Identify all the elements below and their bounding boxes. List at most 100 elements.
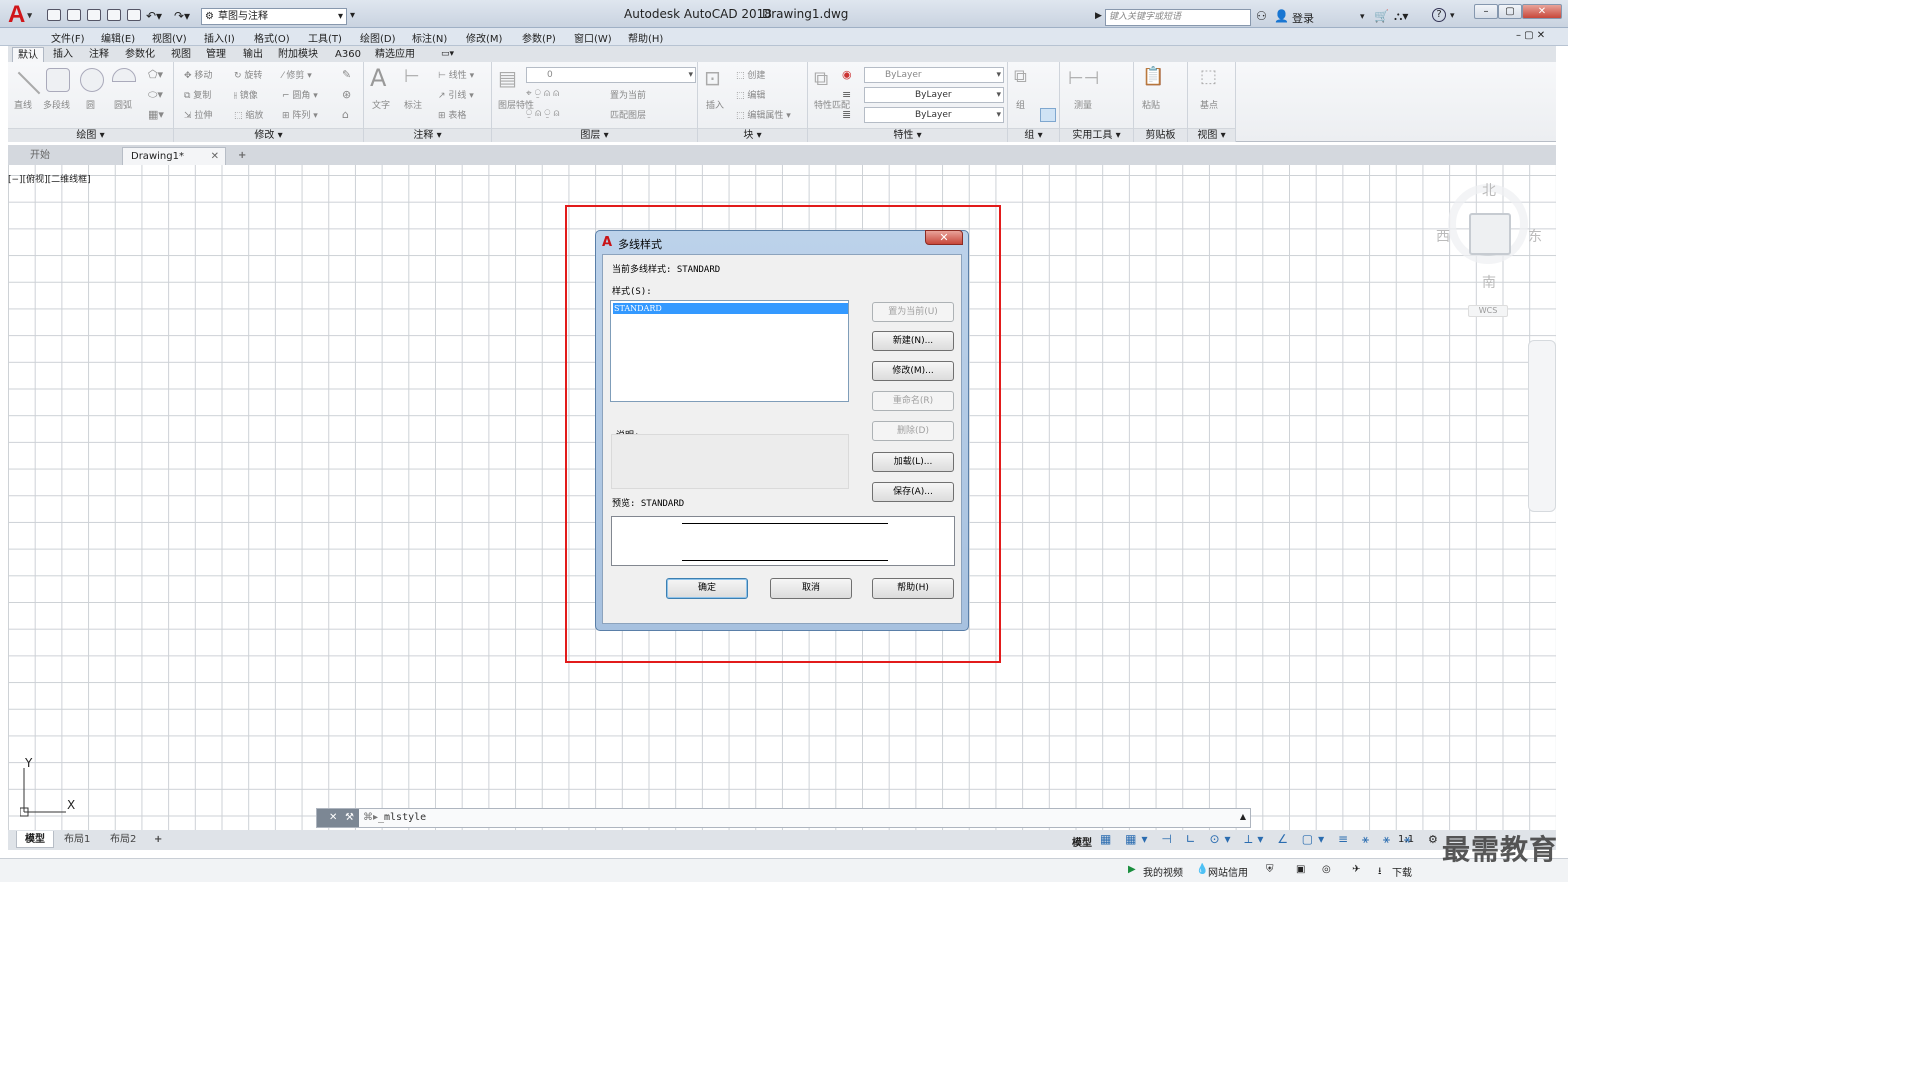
base-point-icon[interactable]: ⬚ bbox=[1200, 66, 1217, 87]
close-window-button[interactable]: ✕ bbox=[1522, 4, 1562, 19]
group-layers-label[interactable]: 图层 ▾ bbox=[492, 128, 697, 142]
menu-help[interactable]: 帮助(H) bbox=[628, 30, 663, 45]
tab-view[interactable]: 视图 bbox=[166, 47, 196, 62]
minimize-button[interactable]: – bbox=[1474, 4, 1498, 19]
new-tab-button[interactable]: + bbox=[230, 147, 254, 165]
tool-base-point[interactable]: 基点 bbox=[1200, 98, 1218, 111]
rename-style-button[interactable]: 重命名(R) bbox=[872, 391, 954, 411]
tab-output[interactable]: 输出 bbox=[238, 47, 268, 62]
add-layout-button[interactable]: + bbox=[146, 831, 170, 848]
load-style-button[interactable]: 加载(L)... bbox=[872, 452, 954, 472]
tool-stretch[interactable]: ⇲ 拉伸 bbox=[184, 108, 212, 121]
tool-table[interactable]: ⊞ 表格 bbox=[438, 108, 466, 121]
tool-insert[interactable]: 插入 bbox=[706, 98, 724, 111]
group-properties-label[interactable]: 特性 ▾ bbox=[808, 128, 1007, 142]
measure-icon[interactable]: ⊢⊣ bbox=[1068, 68, 1099, 89]
shield-icon[interactable]: ⛨ bbox=[1266, 864, 1274, 875]
layout-tab-2[interactable]: 布局2 bbox=[102, 831, 144, 848]
help-button[interactable]: 帮助(H) bbox=[872, 578, 954, 599]
quick-access-customize-icon[interactable]: ▾ bbox=[350, 10, 355, 21]
file-tab-drawing1[interactable]: Drawing1* ✕ bbox=[122, 147, 226, 165]
tool-rotate[interactable]: ↻ 旋转 bbox=[234, 68, 262, 81]
close-command-icon[interactable]: ✕ bbox=[329, 812, 337, 823]
save-style-button[interactable]: 保存(A)... bbox=[872, 482, 954, 502]
line-icon[interactable] bbox=[17, 71, 41, 95]
tool-copy[interactable]: ⧉ 复制 bbox=[184, 88, 211, 101]
taskbar-my-videos[interactable]: 我的视频 bbox=[1143, 864, 1183, 879]
cart-icon[interactable]: 🛒 bbox=[1374, 9, 1389, 23]
group-utilities-label[interactable]: 实用工具 ▾ bbox=[1060, 128, 1133, 142]
tool-fillet[interactable]: ⌐ 圆角 ▾ bbox=[282, 88, 318, 101]
tool-array[interactable]: ⊞ 阵列 ▾ bbox=[282, 108, 318, 121]
insert-block-icon[interactable]: ⊡ bbox=[704, 66, 721, 90]
text-icon[interactable]: A bbox=[370, 64, 386, 92]
redo-icon[interactable]: ↷▾ bbox=[174, 9, 190, 23]
viewcube-south[interactable]: 南 bbox=[1482, 272, 1496, 292]
tab-a360[interactable]: A360 bbox=[330, 47, 366, 62]
menu-window[interactable]: 窗口(W) bbox=[574, 30, 612, 45]
model-space-button[interactable]: 模型 bbox=[1072, 834, 1092, 849]
pin-icon[interactable]: ✈ bbox=[1352, 864, 1360, 875]
group-select-icon[interactable] bbox=[1040, 108, 1056, 122]
drafting-tools-icons[interactable]: ▦ ▦▾ ⊣ ∟ ⊙▾ ⟂▾ ∠ ▢▾ ≡ ⚹ ⚹ ⚹ bbox=[1100, 832, 1416, 847]
arc-icon[interactable] bbox=[112, 68, 136, 82]
tool-dimension[interactable]: 标注 bbox=[404, 98, 422, 111]
menu-edit[interactable]: 编辑(E) bbox=[101, 30, 135, 45]
paste-icon[interactable]: 📋 bbox=[1142, 66, 1164, 87]
tab-featured-apps[interactable]: 精选应用 bbox=[370, 47, 420, 62]
ok-button[interactable]: 确定 bbox=[666, 578, 748, 599]
tool-measure[interactable]: 测量 bbox=[1074, 98, 1092, 111]
tool-edit[interactable]: ⬚ 编辑 bbox=[736, 88, 765, 101]
dimension-icon[interactable]: ⊢ bbox=[404, 66, 420, 87]
login-button[interactable]: 登录 bbox=[1292, 10, 1314, 26]
menu-format[interactable]: 格式(O) bbox=[254, 30, 290, 45]
group-clipboard-label[interactable]: 剪贴板 bbox=[1134, 128, 1187, 142]
explode-icon[interactable]: ⊛ bbox=[342, 88, 351, 101]
menu-tools[interactable]: 工具(T) bbox=[308, 30, 342, 45]
a360-icon[interactable]: ⛬▾ bbox=[1394, 9, 1408, 24]
menu-file[interactable]: 文件(F) bbox=[51, 30, 85, 45]
group-view-label[interactable]: 视图 ▾ bbox=[1188, 128, 1235, 142]
file-tab-start[interactable]: 开始 bbox=[22, 147, 122, 165]
print-icon[interactable] bbox=[127, 9, 141, 21]
tool-match-layer[interactable]: 匹配图层 bbox=[610, 108, 646, 121]
group-modify-label[interactable]: 修改 ▾ bbox=[174, 128, 363, 142]
match-properties-icon[interactable]: ⧉ bbox=[814, 66, 828, 90]
search-input[interactable]: 键入关键字或短语 bbox=[1105, 9, 1251, 26]
group-groups-label[interactable]: 组 ▾ bbox=[1008, 128, 1059, 142]
tool-arc[interactable]: 圆弧 bbox=[114, 98, 132, 111]
new-style-button[interactable]: 新建(N)... bbox=[872, 331, 954, 351]
polyline-icon[interactable] bbox=[46, 68, 70, 92]
open-file-icon[interactable] bbox=[67, 9, 81, 21]
erase-icon[interactable]: ✎ bbox=[342, 68, 351, 81]
group-annotation-label[interactable]: 注释 ▾ bbox=[364, 128, 491, 142]
wcs-menu[interactable]: WCS bbox=[1468, 305, 1508, 317]
tool-polyline[interactable]: 多段线 bbox=[43, 98, 70, 111]
save-as-icon[interactable] bbox=[107, 9, 121, 21]
viewcube-north[interactable]: 北 bbox=[1482, 180, 1496, 200]
workspace-selector[interactable]: 草图与注释 bbox=[201, 8, 347, 25]
tool-edit-attributes[interactable]: ⬚ 编辑属性 ▾ bbox=[736, 108, 791, 121]
tab-annotate[interactable]: 注释 bbox=[84, 47, 114, 62]
offset-icon[interactable]: ⌂ bbox=[342, 108, 349, 121]
set-current-button[interactable]: 置为当前(U) bbox=[872, 302, 954, 322]
tool-paste[interactable]: 粘贴 bbox=[1142, 98, 1160, 111]
menu-insert[interactable]: 插入(I) bbox=[204, 30, 235, 45]
maximize-button[interactable]: ▢ bbox=[1498, 4, 1522, 19]
modify-style-button[interactable]: 修改(M)... bbox=[872, 361, 954, 381]
tab-default[interactable]: 默认 bbox=[12, 47, 44, 62]
menu-view[interactable]: 视图(V) bbox=[152, 30, 187, 45]
tab-addins[interactable]: 附加模块 bbox=[273, 47, 323, 62]
linetype-dropdown[interactable]: ByLayer bbox=[864, 87, 1004, 103]
command-history-icon[interactable]: ▲ bbox=[1240, 812, 1246, 821]
settings-icon[interactable]: ⚙ bbox=[1428, 833, 1438, 846]
color-dropdown[interactable]: ByLayer bbox=[864, 67, 1004, 83]
close-tab-icon[interactable]: ✕ bbox=[211, 148, 219, 166]
style-list-item-selected[interactable]: STANDARD bbox=[613, 303, 848, 314]
help-icon[interactable]: ? bbox=[1432, 8, 1446, 22]
image-icon[interactable]: ▣ bbox=[1296, 864, 1305, 875]
viewcube-east[interactable]: 东 bbox=[1528, 226, 1542, 246]
color-wheel-icon[interactable]: ◉ bbox=[842, 68, 852, 81]
menu-window-controls[interactable]: – ▢ ✕ bbox=[1516, 30, 1545, 41]
taskbar-download[interactable]: 下载 bbox=[1392, 864, 1412, 879]
